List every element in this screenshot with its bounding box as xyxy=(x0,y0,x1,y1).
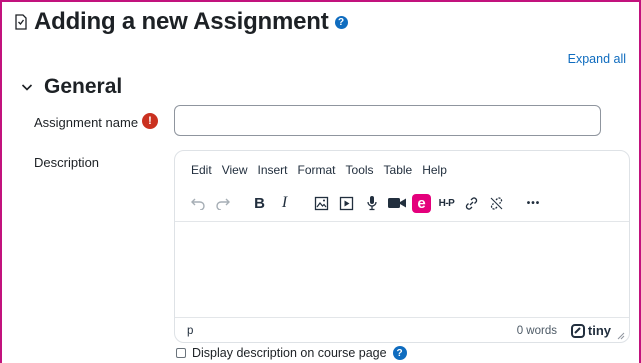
resize-handle-icon[interactable] xyxy=(617,332,625,340)
help-icon[interactable]: ? xyxy=(334,15,348,29)
equella-glyph: e xyxy=(412,193,431,213)
display-description-row: Display description on course page ? xyxy=(176,346,407,360)
bold-icon[interactable]: B xyxy=(247,191,272,215)
display-description-label[interactable]: Display description on course page xyxy=(192,346,387,360)
section-general-header[interactable]: General xyxy=(20,75,122,99)
display-description-checkbox[interactable] xyxy=(176,348,186,358)
expand-all-link[interactable]: Expand all xyxy=(568,52,626,66)
menu-view[interactable]: View xyxy=(222,163,248,177)
editor-toolbar: B I e H-P ••• xyxy=(185,191,546,215)
menu-format[interactable]: Format xyxy=(298,163,336,177)
video-camera-icon[interactable] xyxy=(384,191,409,215)
tiny-logo[interactable]: tiny xyxy=(570,323,611,338)
microphone-icon[interactable] xyxy=(359,191,384,215)
page-title: Adding a new Assignment xyxy=(34,8,329,35)
equella-icon[interactable]: e xyxy=(409,191,434,215)
menu-help[interactable]: Help xyxy=(422,163,447,177)
section-title: General xyxy=(44,75,123,98)
editor-statusbar: p 0 words tiny xyxy=(175,317,629,342)
editor-menubar: Edit View Insert Format Tools Table Help xyxy=(191,163,457,177)
media-icon[interactable] xyxy=(334,191,359,215)
page-header: Adding a new Assignment ? xyxy=(14,8,348,36)
menu-edit[interactable]: Edit xyxy=(191,163,212,177)
image-icon[interactable] xyxy=(309,191,334,215)
editor-content-area[interactable] xyxy=(175,222,629,317)
more-icon[interactable]: ••• xyxy=(521,191,546,215)
menu-table[interactable]: Table xyxy=(384,163,413,177)
description-label: Description xyxy=(34,155,100,170)
chevron-down-icon[interactable] xyxy=(20,80,34,94)
redo-icon[interactable] xyxy=(210,191,235,215)
element-path[interactable]: p xyxy=(187,325,193,337)
italic-icon[interactable]: I xyxy=(272,191,297,215)
tiny-logo-icon xyxy=(570,323,585,338)
help-icon[interactable]: ? xyxy=(392,346,407,360)
word-count[interactable]: 0 words xyxy=(517,325,557,337)
description-editor: Edit View Insert Format Tools Table Help… xyxy=(174,150,630,343)
menu-tools[interactable]: Tools xyxy=(346,163,374,177)
menu-insert[interactable]: Insert xyxy=(257,163,287,177)
assignment-name-label: Assignment name xyxy=(34,115,139,130)
h5p-icon[interactable]: H-P xyxy=(434,191,459,215)
required-icon: ! xyxy=(142,113,158,129)
assignment-name-input[interactable] xyxy=(174,105,601,136)
link-icon[interactable] xyxy=(459,191,484,215)
unlink-icon[interactable] xyxy=(484,191,509,215)
assignment-page-icon xyxy=(15,14,27,30)
tiny-brand-text: tiny xyxy=(587,323,611,338)
undo-icon[interactable] xyxy=(185,191,210,215)
